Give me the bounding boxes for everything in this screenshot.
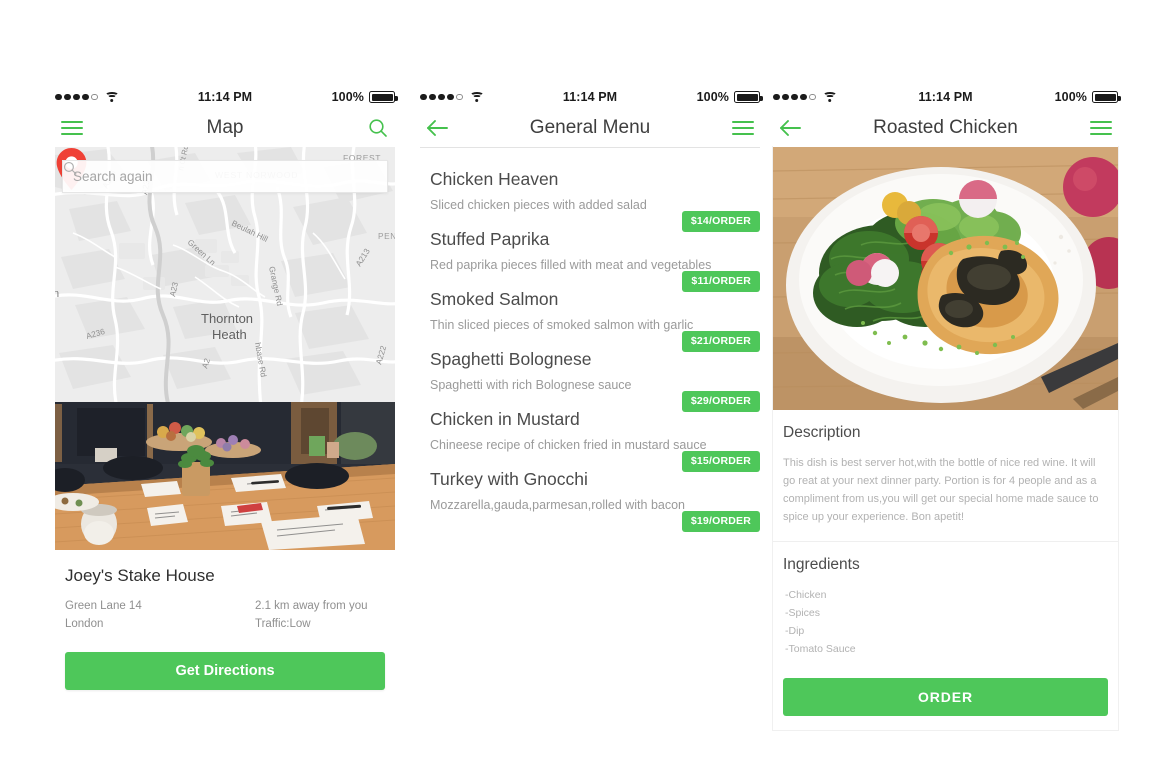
list-item: -Dip: [785, 624, 805, 637]
svg-text:PEN: PEN: [378, 231, 395, 241]
battery-icon: [734, 91, 763, 103]
search-input[interactable]: [73, 169, 377, 184]
menu-items-list: Chicken Heaven Sliced chicken pieces wit…: [420, 148, 760, 532]
status-bar: 11:14 PM 100%: [773, 85, 1121, 109]
menu-item-description: Chineese recipe of chicken fried in must…: [430, 438, 707, 452]
list-item: -Tomato Sauce: [785, 642, 856, 655]
list-item[interactable]: Smoked Salmon Thin sliced pieces of smok…: [420, 278, 760, 352]
hamburger-icon: [732, 121, 754, 135]
place-details: Green Lane 14 London 2.1 km away from yo…: [65, 598, 385, 634]
menu-item-name: Stuffed Paprika: [430, 229, 550, 249]
dish-detail-card: Description This dish is best server hot…: [773, 147, 1118, 730]
back-button[interactable]: [420, 113, 454, 143]
menu-item-name: Spaghetti Bolognese: [430, 349, 592, 369]
nav-bar-map: Map: [55, 109, 395, 147]
nav-bar-menu: General Menu: [420, 109, 760, 147]
place-info: Joey's Stake House Green Lane 14 London …: [55, 550, 395, 634]
arrow-left-icon: [427, 120, 448, 136]
place-distance-traffic: 2.1 km away from you Traffic:Low: [255, 598, 367, 634]
search-button[interactable]: [361, 113, 395, 143]
status-bar: 11:14 PM 100%: [420, 85, 763, 109]
menu-item-name: Smoked Salmon: [430, 289, 559, 309]
menu-item-name: Chicken in Mustard: [430, 409, 580, 429]
list-item: -Chicken: [785, 588, 827, 601]
arrow-left-icon: [780, 120, 801, 136]
distance-label: 2.1 km away from you: [255, 600, 368, 612]
dish-photo: [773, 147, 1118, 410]
battery-icon: [369, 91, 398, 103]
description-section: Description This dish is best server hot…: [773, 410, 1118, 541]
menu-item-description: Spaghetti with rich Bolognese sauce: [430, 378, 632, 392]
ingredients-section: Ingredients -Chicken -Spices -Dip -Tomat…: [773, 542, 1118, 672]
battery-percent-label: 100%: [696, 90, 729, 104]
roasted-chicken-plate-photo: [773, 147, 1118, 410]
page-title: General Menu: [529, 117, 651, 138]
list-item[interactable]: Spaghetti Bolognese Spaghetti with rich …: [420, 338, 760, 412]
screenshot-canvas: 11:14 PM 100% Map FOREST A23 Beulah Hill…: [0, 0, 1170, 780]
status-bar-right: 100%: [331, 90, 398, 104]
order-price-button[interactable]: $19/ORDER: [681, 511, 760, 532]
hamburger-menu-button[interactable]: [55, 113, 89, 143]
phone-screen-dish: 11:14 PM 100% Roasted Chicken Descriptio…: [773, 85, 1121, 730]
menu-item-name: Chicken Heaven: [430, 169, 559, 189]
page-title: Roasted Chicken: [873, 117, 1018, 138]
map-search-bar[interactable]: [62, 160, 388, 193]
menu-item-description: Thin sliced pieces of smoked salmon with…: [430, 318, 694, 332]
menu-item-description: Mozzarella,gauda,parmesan,rolled with ba…: [430, 498, 686, 512]
hamburger-menu-button[interactable]: [1084, 113, 1118, 143]
page-title: Map: [206, 117, 244, 138]
phone-screen-menu: 11:14 PM 100% General Menu Chicken Heave…: [420, 85, 763, 532]
list-item[interactable]: Turkey with Gnocchi Mozzarella,gauda,par…: [420, 458, 760, 532]
ingredients-list: -Chicken -Spices -Dip -Tomato Sauce: [783, 586, 1108, 672]
svg-text:Heath: Heath: [212, 327, 247, 342]
search-icon: [369, 119, 387, 137]
description-body: This dish is best server hot,with the bo…: [783, 457, 1099, 524]
get-directions-button[interactable]: Get Directions: [65, 651, 385, 690]
battery-icon: [1092, 91, 1121, 103]
battery-percent-label: 100%: [331, 90, 364, 104]
back-button[interactable]: [773, 113, 807, 143]
place-name: Joey's Stake House: [65, 566, 215, 585]
battery-percent-label: 100%: [1054, 90, 1087, 104]
description-title: Description: [783, 424, 861, 441]
list-item: -Spices: [785, 606, 821, 619]
list-item[interactable]: Chicken in Mustard Chineese recipe of ch…: [420, 398, 760, 472]
map-view[interactable]: FOREST WEST NORWOOD n Ct Rd A216 A23 A23…: [55, 147, 395, 402]
menu-item-description: Red paprika pieces filled with meat and …: [430, 258, 712, 272]
list-item[interactable]: Chicken Heaven Sliced chicken pieces wit…: [420, 158, 760, 232]
hamburger-menu-button[interactable]: [726, 113, 760, 143]
status-bar-right: 100%: [696, 90, 763, 104]
address-line-2: London: [65, 617, 104, 630]
list-item[interactable]: Stuffed Paprika Red paprika pieces fille…: [420, 218, 760, 292]
restaurant-interior-photo: [55, 402, 395, 550]
restaurant-photo-graphic: [55, 402, 395, 550]
menu-item-name: Turkey with Gnocchi: [430, 469, 588, 489]
card-bottom-padding: [773, 716, 1118, 730]
phone-screen-map: 11:14 PM 100% Map FOREST A23 Beulah Hill…: [55, 85, 398, 690]
menu-item-description: Sliced chicken pieces with added salad: [430, 198, 647, 212]
nav-bar-dish: Roasted Chicken: [773, 109, 1118, 147]
order-button[interactable]: ORDER: [783, 677, 1108, 716]
svg-text:Thornton: Thornton: [201, 311, 253, 326]
svg-text:n: n: [55, 288, 59, 300]
ingredients-title: Ingredients: [783, 555, 860, 573]
address-line-1: Green Lane 14: [65, 600, 142, 612]
status-bar: 11:14 PM 100%: [55, 85, 398, 109]
hamburger-icon: [1090, 121, 1112, 135]
search-icon: [63, 161, 77, 175]
hamburger-icon: [61, 121, 83, 135]
status-bar-right: 100%: [1054, 90, 1121, 104]
place-address: Green Lane 14 London: [65, 598, 255, 634]
traffic-label: Traffic:Low: [255, 617, 311, 630]
